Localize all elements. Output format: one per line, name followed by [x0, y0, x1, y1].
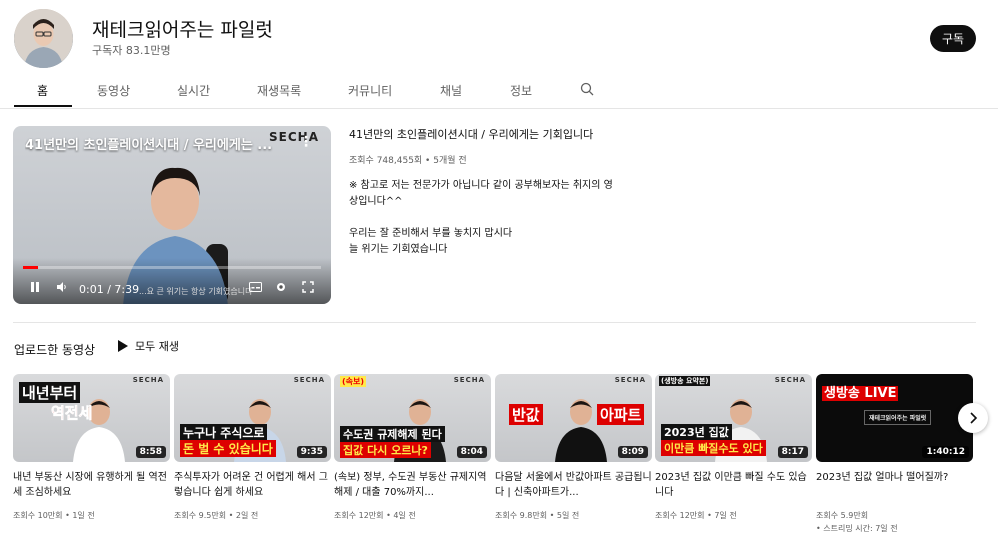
tab-playlists[interactable]: 재생목록 [257, 82, 301, 99]
video-duration: 8:09 [617, 446, 648, 458]
fullscreen-icon[interactable] [302, 281, 314, 296]
thumbnail-text: 2023년 집값 [661, 424, 732, 440]
video-meta: 조회수 5.9만회 • 스트리밍 시간: 7일 전 [816, 509, 973, 535]
video-views: 조회수 5.9만회 [816, 511, 869, 520]
progress-fill [23, 266, 38, 269]
thumbnail-text: 돈 벌 수 있습니다 [180, 440, 276, 457]
player-subtitle: ...요 큰 위기는 항상 기회였습니다 [139, 287, 253, 296]
thumbnail-text: 누구나 주식으로 [180, 424, 268, 441]
stream-time: • 스트리밍 시간: 7일 전 [816, 524, 898, 533]
thumbnail-text: 반값 [509, 404, 543, 425]
video-title[interactable]: 주식투자가 어려운 건 어렵게 해서 그렇습니다 쉽게 하세요 [174, 470, 331, 500]
live-label: 생방송 LIVE [822, 386, 899, 401]
video-thumbnail[interactable]: SECHA 누구나 주식으로 돈 벌 수 있습니다 9:35 [174, 374, 331, 462]
pause-icon[interactable] [29, 281, 41, 296]
subscriber-count: 구독자 83.1만명 [92, 44, 171, 57]
thumbnail-text: 아파트 [597, 404, 645, 425]
video-thumbnail[interactable]: SECHA (생방송 요약본) 2023년 집값 이만큼 빠질수도 있다 8:1… [655, 374, 812, 462]
play-all-button[interactable]: 모두 재생 [117, 338, 179, 354]
section-divider [13, 322, 976, 323]
video-meta: 조회수 10만회 • 1일 전 [13, 511, 95, 520]
thumbnail-brand: SECHA [293, 376, 325, 384]
tab-live[interactable]: 실시간 [177, 82, 210, 99]
thumbnail-brand: SECHA [614, 376, 646, 384]
video-title[interactable]: 다음달 서울에서 반값아파트 공급됩니다 | 신축아파트가... [495, 470, 652, 500]
video-title[interactable]: 2023년 집값 이만큼 빠질 수도 있습니다 [655, 470, 812, 500]
volume-icon[interactable] [56, 281, 68, 296]
video-thumbnail[interactable]: SECHA 반값 아파트 8:09 [495, 374, 652, 462]
tab-home[interactable]: 홈 [37, 82, 48, 99]
video-meta: 조회수 9.5만회 • 2일 전 [174, 511, 259, 520]
video-card[interactable]: SECHA 반값 아파트 8:09 다음달 서울에서 반값아파트 공급됩니다 |… [495, 374, 652, 522]
channel-title: 재테크읽어주는 파일럿 [92, 19, 273, 41]
video-title[interactable]: 내년 부동산 시장에 유행하게 될 역전세 조심하세요 [13, 470, 170, 500]
video-meta: 조회수 12만회 • 4일 전 [334, 511, 416, 520]
thumbnail-text: 이만큼 빠질수도 있다 [661, 440, 766, 456]
progress-bar[interactable] [23, 266, 321, 269]
video-meta: 조회수 12만회 • 7일 전 [655, 511, 737, 520]
tab-community[interactable]: 커뮤니티 [348, 82, 392, 99]
thumbnail-text: 역전세 [51, 404, 93, 423]
video-card[interactable]: SECHA 누구나 주식으로 돈 벌 수 있습니다 9:35 주식투자가 어려운… [174, 374, 331, 522]
more-options-icon[interactable]: ⋮ [299, 134, 313, 150]
thumbnail-text: 재테크읽어주는 파일럿 [864, 410, 932, 425]
active-tab-indicator [14, 105, 72, 107]
video-title[interactable]: 2023년 집값 얼마나 떨어질까? [816, 470, 973, 500]
video-duration: 8:17 [777, 446, 808, 458]
settings-gear-icon[interactable] [275, 281, 287, 296]
thumbnail-text: (생방송 요약본) [659, 376, 711, 386]
thumbnail-brand: SECHA [132, 376, 164, 384]
thumbnail-text: (속보) [340, 376, 367, 387]
channel-avatar[interactable] [14, 9, 73, 68]
channel-tabs: 홈 동영상 실시간 재생목록 커뮤니티 채널 정보 [0, 70, 998, 109]
video-duration: 9:35 [296, 446, 327, 458]
video-duration: 8:04 [456, 446, 487, 458]
video-card[interactable]: SECHA 내년부터 역전세 8:58 내년 부동산 시장에 유행하게 될 역전… [13, 374, 170, 522]
video-card[interactable]: SECHA (생방송 요약본) 2023년 집값 이만큼 빠질수도 있다 8:1… [655, 374, 812, 522]
tab-about[interactable]: 정보 [510, 82, 532, 99]
featured-video-description: ※ 참고로 저는 전문가가 아닙니다 같이 공부해보자는 취지의 영 상입니다^… [349, 180, 613, 255]
next-arrow-button[interactable] [958, 403, 988, 433]
video-thumbnail[interactable]: SECHA 내년부터 역전세 8:58 [13, 374, 170, 462]
time-display: 0:01 / 7:39 [79, 283, 140, 296]
tab-channels[interactable]: 채널 [440, 82, 462, 99]
video-duration: 1:40:12 [922, 446, 969, 458]
presenter-image [555, 399, 607, 462]
thumbnail-text: 내년부터 [19, 382, 81, 403]
uploads-section-title[interactable]: 업로드한 동영상 [14, 341, 95, 358]
search-icon[interactable] [580, 82, 594, 96]
play-all-label: 모두 재생 [135, 340, 179, 353]
player-overlay-title: 41년만의 초인플레이션시대 / 우리에게는 ... [25, 138, 273, 153]
video-meta: 조회수 9.8만회 • 5일 전 [495, 511, 580, 520]
video-card[interactable]: SECHA (속보) 수도권 규제해제 된다 집값 다시 오르나? 8:04 (… [334, 374, 491, 522]
subtitles-icon[interactable] [249, 281, 262, 296]
featured-video-title[interactable]: 41년만의 초인플레이션시대 / 우리에게는 기회입니다 [349, 126, 593, 142]
featured-video-meta: 조회수 748,455회 • 5개월 전 [349, 156, 467, 166]
thumbnail-brand: SECHA [453, 376, 485, 384]
subscribe-button[interactable]: 구독 [930, 25, 976, 52]
chevron-right-icon [970, 412, 978, 424]
video-duration: 8:58 [135, 446, 166, 458]
tab-videos[interactable]: 동영상 [97, 82, 130, 99]
play-icon [118, 340, 128, 352]
thumbnail-text: 수도권 규제해제 된다 [340, 426, 445, 442]
thumbnail-text: 집값 다시 오르나? [340, 442, 431, 458]
video-card[interactable]: 생방송 LIVE 재테크읽어주는 파일럿 1:40:12 2023년 집값 얼마… [816, 374, 973, 535]
featured-video-player[interactable]: 41년만의 초인플레이션시대 / 우리에게는 ... SECHA ⋮ ...요 … [13, 126, 331, 304]
thumbnail-text: 생방송 LIVE [822, 382, 899, 401]
thumbnail-brand: SECHA [774, 376, 806, 384]
video-title[interactable]: (속보) 정부, 수도권 부동산 규제지역 해제 / 대출 70%까지... [334, 470, 491, 500]
video-thumbnail[interactable]: SECHA (속보) 수도권 규제해제 된다 집값 다시 오르나? 8:04 [334, 374, 491, 462]
video-thumbnail[interactable]: 생방송 LIVE 재테크읽어주는 파일럿 1:40:12 [816, 374, 973, 462]
